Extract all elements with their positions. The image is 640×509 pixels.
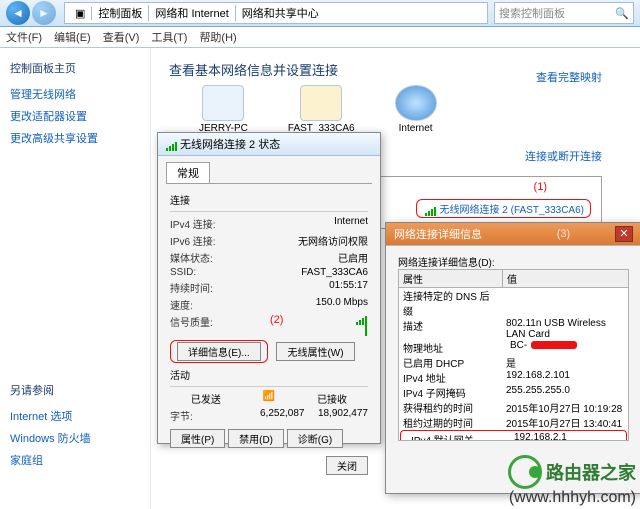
menu-help[interactable]: 帮助(H) <box>199 29 236 45</box>
details-dialog: 网络连接详细信息 (3) ✕ 网络连接详细信息(D): 属性值 连接特定的 DN… <box>385 222 640 494</box>
sidebar-item-homegroup[interactable]: 家庭组 <box>10 452 140 468</box>
sidebar-home[interactable]: 控制面板主页 <box>10 60 140 76</box>
close-button[interactable]: 关闭 <box>326 456 368 475</box>
see-also-heading: 另请参阅 <box>10 382 140 398</box>
section-activity: 活动 <box>170 367 368 382</box>
signal-bars-icon <box>354 314 368 324</box>
details-subtitle: 网络连接详细信息(D): <box>398 254 629 269</box>
tab-general[interactable]: 常规 <box>166 162 210 183</box>
sidebar-item-inetopt[interactable]: Internet 选项 <box>10 408 140 424</box>
menu-tools[interactable]: 工具(T) <box>151 29 187 45</box>
window-titlebar: ◄ ► ▣ 控制面板 网络和 Internet 网络和共享中心 搜索控制面板 🔍 <box>0 0 640 27</box>
close-icon[interactable]: ✕ <box>615 226 633 242</box>
diagnose-button[interactable]: 诊断(G) <box>287 429 343 448</box>
redacted-mac <box>531 341 577 349</box>
annotation-3: (3) <box>557 228 570 240</box>
menu-edit[interactable]: 编辑(E) <box>54 29 91 45</box>
menu-file[interactable]: 文件(F) <box>6 29 42 45</box>
section-connection: 连接 <box>170 192 368 207</box>
details-button[interactable]: 详细信息(E)... <box>177 342 261 361</box>
status-dialog-title: 无线网络连接 2 状态 <box>158 133 380 156</box>
details-table: 属性值 连接特定的 DNS 后缀 描述802.11n USB Wireless … <box>398 269 629 441</box>
logo-icon <box>508 455 542 489</box>
menu-view[interactable]: 查看(V) <box>103 29 140 45</box>
sidebar-item-firewall[interactable]: Windows 防火墙 <box>10 430 140 446</box>
wireless-props-button[interactable]: 无线属性(W) <box>276 342 354 361</box>
menubar: 文件(F) 编辑(E) 查看(V) 工具(T) 帮助(H) <box>0 27 640 48</box>
props-button[interactable]: 属性(P) <box>170 429 225 448</box>
full-map-link[interactable]: 查看完整映射 <box>536 72 602 84</box>
sidebar: 控制面板主页 管理无线网络 更改适配器设置 更改高级共享设置 另请参阅 Inte… <box>0 48 151 509</box>
globe-icon <box>395 85 437 121</box>
wlan-link-highlight[interactable]: 无线网络连接 2 (FAST_333CA6) <box>416 199 591 218</box>
signal-icon <box>423 205 437 215</box>
sidebar-item-adapter[interactable]: 更改适配器设置 <box>10 108 140 124</box>
pc-icon <box>202 85 244 121</box>
sidebar-item-sharing[interactable]: 更改高级共享设置 <box>10 130 140 146</box>
watermark-logo: 路由器之家 (www.hhhyh.com) <box>508 455 636 507</box>
breadcrumb[interactable]: ▣ 控制面板 网络和 Internet 网络和共享中心 <box>64 2 488 24</box>
router-icon <box>300 85 342 121</box>
details-dialog-title: 网络连接详细信息 (3) ✕ <box>386 223 640 246</box>
network-map: JERRY-PC FAST_333CA6 Internet <box>199 85 622 134</box>
connect-link[interactable]: 连接或断开连接 <box>525 151 602 163</box>
forward-button[interactable]: ► <box>32 1 56 25</box>
sidebar-item-wireless[interactable]: 管理无线网络 <box>10 86 140 102</box>
search-input[interactable]: 搜索控制面板 🔍 <box>494 2 634 24</box>
annotation-1: (1) <box>534 181 547 193</box>
status-dialog: 无线网络连接 2 状态 常规 连接 IPv4 连接:Internet IPv6 … <box>157 132 381 444</box>
search-icon: 🔍 <box>615 7 629 20</box>
signal-icon <box>166 139 180 149</box>
disable-button[interactable]: 禁用(D) <box>228 429 284 448</box>
back-button[interactable]: ◄ <box>6 1 30 25</box>
